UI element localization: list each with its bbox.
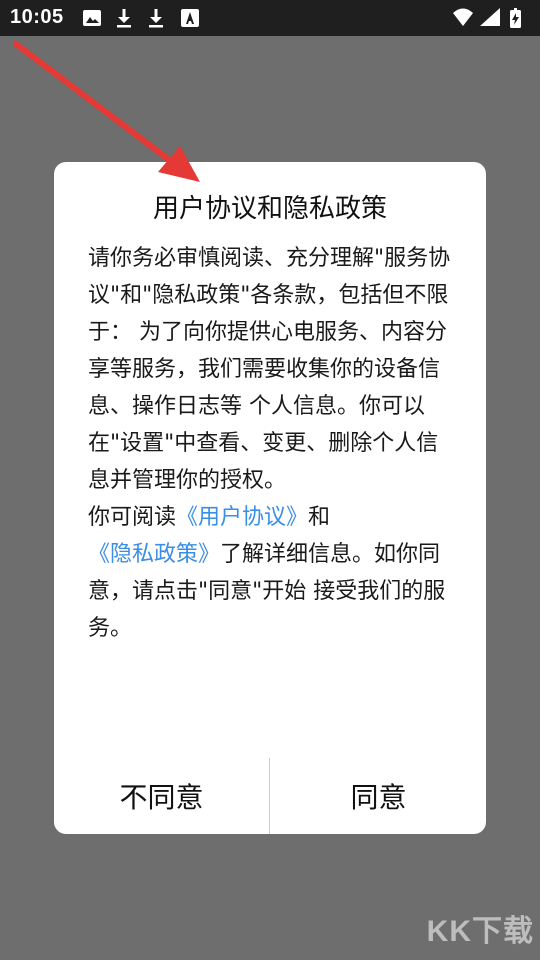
download-icon <box>117 9 131 28</box>
read-more-paragraph: 你可阅读《用户协议》和《隐私政策》了解详细信息。如你同意，请点击"同意"开始 接… <box>88 499 460 647</box>
status-bar: 10:05 <box>0 0 540 36</box>
status-time: 10:05 <box>10 6 64 28</box>
privacy-policy-link[interactable]: 《隐私政策》 <box>88 542 220 567</box>
and-text: 和 <box>308 505 331 530</box>
dialog-title: 用户协议和隐私政策 <box>152 194 387 224</box>
download-icon <box>149 9 163 28</box>
agree-button[interactable]: 同意 <box>271 762 486 834</box>
status-indicators <box>453 8 521 28</box>
wifi-icon <box>453 8 473 26</box>
privacy-dialog: 用户协议和隐私政策 请你务必审慎阅读、充分理解"服务协议"和"隐私政策"各条款，… <box>54 162 486 834</box>
image-icon <box>83 10 101 26</box>
read-prefix: 你可阅读 <box>88 505 177 530</box>
disagree-button[interactable]: 不同意 <box>54 762 269 834</box>
user-agreement-link[interactable]: 《用户协议》 <box>176 505 308 530</box>
dialog-body: 请你务必审慎阅读、充分理解"服务协议"和"隐私政策"各条款，包括但不限于： 为了… <box>88 240 460 647</box>
dialog-button-row: 不同意 同意 <box>54 758 486 834</box>
signal-icon <box>480 8 500 26</box>
watermark: KK下载 <box>426 915 534 948</box>
battery-icon <box>510 8 521 28</box>
font-icon <box>181 9 199 27</box>
agreement-paragraph: 请你务必审慎阅读、充分理解"服务协议"和"隐私政策"各条款，包括但不限于： 为了… <box>88 246 451 493</box>
button-divider <box>269 758 270 834</box>
